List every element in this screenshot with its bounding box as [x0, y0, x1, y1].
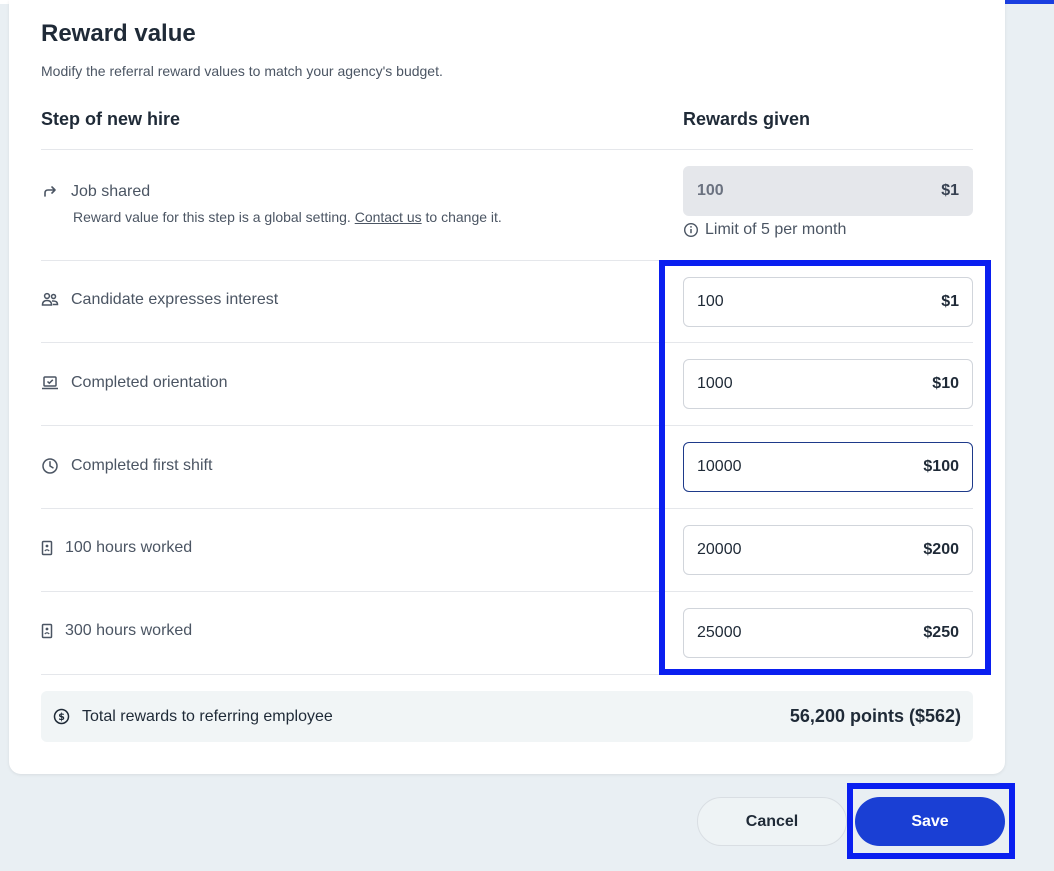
reward-value-card: Reward value Modify the referral reward …: [9, 0, 1005, 774]
clock-icon: [41, 457, 59, 475]
step-100-hours: 100 hours worked: [41, 539, 192, 557]
100-hours-points-input[interactable]: 20000 $200: [683, 525, 973, 575]
save-button[interactable]: Save: [855, 797, 1005, 846]
people-icon: [41, 291, 59, 309]
completed-orientation-points-input[interactable]: 1000 $10: [683, 359, 973, 409]
badge-icon: [41, 622, 53, 640]
share-arrow-icon: [41, 183, 59, 201]
step-label: 100 hours worked: [65, 539, 193, 556]
step-completed-orientation: Completed orientation: [41, 374, 228, 392]
cancel-button[interactable]: Cancel: [697, 797, 847, 846]
total-value: 56,200 points ($562): [789, 706, 961, 726]
step-completed-first-shift: Completed first shift: [41, 457, 212, 475]
badge-icon: [41, 539, 53, 557]
divider: [41, 260, 973, 261]
limit-note: Limit of 5 per month: [683, 221, 846, 239]
candidate-interest-points-input[interactable]: 100 $1: [683, 277, 973, 327]
page-title: Reward value: [41, 20, 196, 47]
dollar-value: $200: [923, 541, 959, 558]
job-shared-points-field: 100 $1: [683, 166, 973, 216]
step-300-hours: 300 hours worked: [41, 622, 192, 640]
points-value: 100: [697, 182, 724, 199]
300-hours-points-input[interactable]: 25000 $250: [683, 608, 973, 658]
dollar-circle-icon: $: [53, 708, 70, 725]
step-label: Completed orientation: [71, 374, 228, 391]
dollar-value: $100: [923, 458, 959, 475]
dollar-value: $1: [941, 182, 959, 199]
column-header-step: Step of new hire: [41, 109, 181, 129]
svg-text:$: $: [58, 712, 65, 723]
points-value[interactable]: 25000: [697, 624, 742, 642]
step-label: Completed first shift: [71, 457, 213, 474]
page-subtitle: Modify the referral reward values to mat…: [41, 63, 443, 79]
divider: [41, 674, 973, 675]
info-icon: [683, 222, 699, 238]
points-value[interactable]: 100: [697, 293, 724, 311]
contact-us-link[interactable]: Contact us: [355, 209, 422, 225]
step-label: Candidate expresses interest: [71, 291, 279, 308]
points-value[interactable]: 1000: [697, 375, 733, 393]
completed-first-shift-points-input[interactable]: 10000 $100: [683, 442, 973, 492]
points-value[interactable]: 20000: [697, 541, 742, 559]
dollar-value: $250: [923, 624, 959, 641]
divider: [41, 342, 973, 343]
column-header-rewards: Rewards given: [683, 109, 811, 129]
laptop-check-icon: [41, 374, 59, 392]
total-rewards-summary: $ Total rewards to referring employee 56…: [41, 691, 973, 742]
step-label: Job shared: [71, 183, 151, 200]
divider: [41, 149, 973, 150]
dollar-value: $10: [932, 375, 959, 392]
divider: [41, 591, 973, 592]
points-value[interactable]: 10000: [697, 458, 742, 476]
total-label: Total rewards to referring employee: [82, 707, 333, 725]
step-job-shared: Job shared: [41, 183, 150, 201]
step-candidate-interest: Candidate expresses interest: [41, 291, 278, 309]
step-label: 300 hours worked: [65, 622, 193, 639]
divider: [41, 425, 973, 426]
divider: [41, 508, 973, 509]
dollar-value: $1: [941, 293, 959, 310]
global-setting-note: Reward value for this step is a global s…: [73, 209, 502, 225]
